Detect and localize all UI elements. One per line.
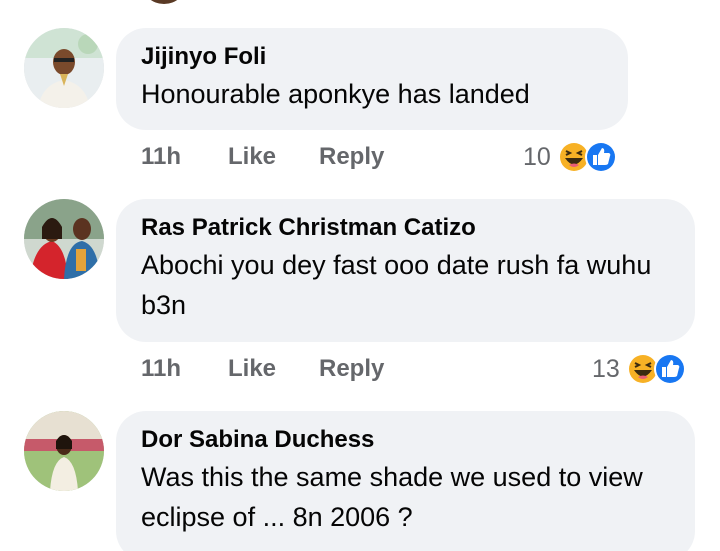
avatar-partial[interactable] <box>142 0 186 4</box>
avatar[interactable] <box>24 28 104 108</box>
reaction-summary[interactable]: 10 <box>523 140 618 174</box>
comment-bubble[interactable]: Jijinyo Foli Honourable aponkye has land… <box>116 28 628 130</box>
reply-button[interactable]: Reply <box>319 355 384 383</box>
comment-bubble[interactable]: Dor Sabina Duchess Was this the same sha… <box>116 411 695 551</box>
comment-text: Was this the same shade we used to view … <box>141 462 643 532</box>
avatar[interactable] <box>24 411 104 491</box>
reaction-summary[interactable]: 13 <box>592 352 687 386</box>
comment-actions: 11h Like Reply 10 <box>141 140 631 175</box>
comment-timestamp[interactable]: 11h <box>141 143 181 171</box>
comment-author[interactable]: Ras Patrick Christman Catizo <box>141 213 667 243</box>
comment-author[interactable]: Jijinyo Foli <box>141 42 600 72</box>
comments-thread: Jijinyo Foli Honourable aponkye has land… <box>0 0 720 551</box>
comment-bubble[interactable]: Ras Patrick Christman Catizo Abochi you … <box>116 199 695 342</box>
like-icon <box>584 141 617 173</box>
reply-button[interactable]: Reply <box>319 143 384 171</box>
avatar-photo <box>24 28 104 108</box>
comment-text: Honourable aponkye has landed <box>141 79 530 109</box>
comment-timestamp[interactable]: 11h <box>141 355 181 383</box>
comment-actions: 11h Like Reply 13 <box>141 353 686 387</box>
like-button[interactable]: Like <box>228 355 276 383</box>
comment-author[interactable]: Dor Sabina Duchess <box>141 425 667 455</box>
reaction-count: 10 <box>523 142 551 171</box>
avatar[interactable] <box>24 199 104 279</box>
reaction-count: 13 <box>592 354 620 383</box>
comment-text: Abochi you dey fast ooo date rush fa wuh… <box>141 250 652 320</box>
avatar-photo <box>24 411 104 491</box>
like-button[interactable]: Like <box>228 143 276 171</box>
avatar-photo <box>24 199 104 279</box>
like-icon <box>653 353 686 385</box>
